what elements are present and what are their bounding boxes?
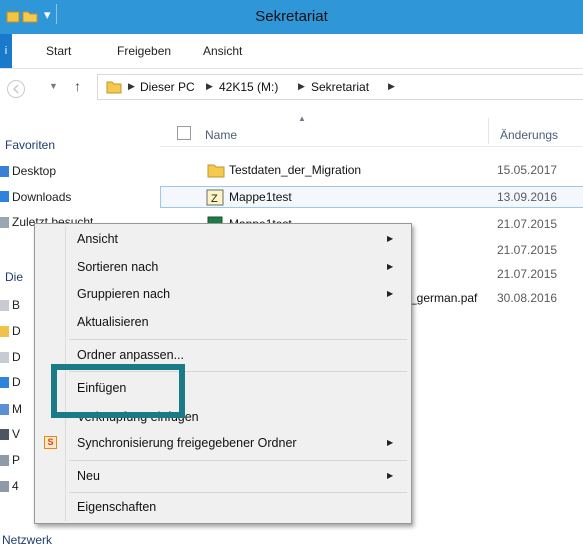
music-icon — [0, 404, 9, 415]
project-icon: Z — [206, 189, 224, 209]
tab-ansicht[interactable]: Ansicht — [203, 44, 242, 58]
breadcrumb-sekretariat[interactable]: Sekretariat — [311, 80, 369, 94]
menu-item-sort-by[interactable]: Sortieren nach ▶ — [35, 255, 411, 281]
video-icon — [0, 429, 9, 440]
column-date[interactable]: Änderungs — [500, 128, 558, 142]
menu-item-refresh[interactable]: Aktualisieren — [35, 310, 411, 336]
nav-item[interactable]: 4 — [12, 479, 19, 493]
address-bar[interactable]: ▶ Dieser PC ▶ 42K15 (M:) ▶ Sekretariat ▶ — [97, 74, 583, 100]
nav-item[interactable]: D — [12, 375, 21, 389]
submenu-arrow-icon: ▶ — [387, 289, 394, 298]
menu-item-properties[interactable]: Eigenschaften — [35, 495, 411, 521]
file-name: Testdaten_der_Migration — [229, 163, 362, 177]
breadcrumb-separator[interactable]: ▶ — [388, 81, 395, 92]
breadcrumb-separator[interactable]: ▶ — [206, 81, 213, 92]
nav-desktop[interactable]: Desktop — [12, 164, 56, 178]
menu-item-label: Aktualisieren — [77, 315, 149, 329]
highlight-box — [51, 364, 185, 418]
sort-ascending-icon: ▲ — [298, 114, 306, 123]
tab-start[interactable]: Start — [46, 44, 71, 58]
nav-item[interactable]: V — [12, 427, 20, 441]
breadcrumb-drive[interactable]: 42K15 (M:) — [219, 80, 278, 94]
file-icon — [0, 352, 9, 363]
up-arrow-icon[interactable]: ↑ — [74, 78, 81, 94]
breadcrumb-separator[interactable]: ▶ — [128, 81, 135, 92]
svg-text:Z: Z — [211, 193, 218, 205]
folder-icon — [0, 326, 9, 337]
recent-icon — [0, 217, 9, 228]
menu-separator — [69, 492, 407, 493]
window-title: Sekretariat — [255, 8, 328, 25]
menu-item-label: Synchronisierung freigegebener Ordner — [77, 436, 297, 450]
menu-separator — [69, 460, 407, 461]
address-row: ▼ ↑ ▶ Dieser PC ▶ 42K15 (M:) ▶ Sekretari… — [0, 69, 583, 109]
nav-network[interactable]: Netzwerk — [2, 533, 52, 547]
file-row-selected[interactable]: Z Mappe1test 13.09.2016 — [160, 186, 583, 208]
file-date: 21.07.2015 — [497, 267, 558, 281]
submenu-arrow-icon: ▶ — [387, 262, 394, 271]
file-name: Mappe1test — [229, 190, 292, 204]
folder-icon — [207, 162, 225, 181]
menu-item-label: Eigenschaften — [77, 500, 157, 514]
menu-item-label: Gruppieren nach — [77, 287, 171, 301]
tab-freigeben[interactable]: Freigeben — [117, 44, 171, 58]
drive-icon — [0, 481, 9, 492]
nav-this-pc[interactable]: Die — [5, 270, 23, 284]
file-date: 21.07.2015 — [497, 243, 558, 257]
column-name[interactable]: Name — [205, 128, 237, 142]
column-header: ▲ Name Änderungs — [160, 112, 583, 147]
column-divider[interactable] — [488, 118, 489, 144]
menu-item-new[interactable]: Neu ▶ — [35, 464, 411, 490]
downloads-icon — [0, 191, 9, 202]
ribbon-tabs: i Start Freigeben Ansicht — [0, 34, 583, 69]
sync-icon: S — [44, 436, 57, 449]
file-name: _german.paf — [410, 291, 478, 305]
menu-item-label: Ansicht — [77, 232, 118, 246]
menu-separator — [69, 339, 407, 340]
menu-item-label: Sortieren nach — [77, 260, 159, 274]
nav-favorites[interactable]: Favoriten — [5, 138, 55, 152]
nav-item[interactable]: D — [12, 350, 21, 364]
file-tab[interactable]: i — [0, 34, 12, 68]
nav-item[interactable]: M — [12, 402, 22, 416]
menu-item-label: Neu — [77, 469, 100, 483]
nav-downloads[interactable]: Downloads — [12, 190, 71, 204]
submenu-arrow-icon: ▶ — [387, 438, 394, 447]
submenu-arrow-icon: ▶ — [387, 234, 394, 243]
menu-item-sync-shared-folders[interactable]: S Synchronisierung freigegebener Ordner … — [35, 431, 411, 457]
folder-icon — [106, 79, 122, 97]
file-icon — [0, 300, 9, 311]
desktop-icon — [0, 166, 9, 177]
downloads-icon — [0, 377, 9, 388]
breadcrumb-separator[interactable]: ▶ — [298, 81, 305, 92]
nav-item[interactable]: D — [12, 324, 21, 338]
menu-item-view[interactable]: Ansicht ▶ — [35, 227, 411, 253]
nav-item[interactable]: P — [12, 453, 20, 467]
file-date: 30.08.2016 — [497, 291, 558, 305]
file-date: 21.07.2015 — [497, 217, 558, 231]
file-row[interactable]: Testdaten_der_Migration 15.05.2017 — [160, 159, 583, 181]
breadcrumb-this-pc[interactable]: Dieser PC — [140, 80, 195, 94]
title-bar: ▾ Sekretariat — [0, 0, 583, 34]
menu-item-label: Ordner anpassen... — [77, 348, 185, 362]
file-date: 13.09.2016 — [497, 190, 558, 204]
drive-icon — [0, 455, 9, 466]
menu-item-group-by[interactable]: Gruppieren nach ▶ — [35, 282, 411, 308]
back-icon[interactable] — [6, 79, 26, 102]
nav-item[interactable]: B — [12, 298, 20, 312]
file-date: 15.05.2017 — [497, 163, 558, 177]
select-all-checkbox[interactable] — [177, 126, 191, 140]
submenu-arrow-icon: ▶ — [387, 471, 394, 480]
recent-locations-icon[interactable]: ▼ — [49, 81, 58, 91]
